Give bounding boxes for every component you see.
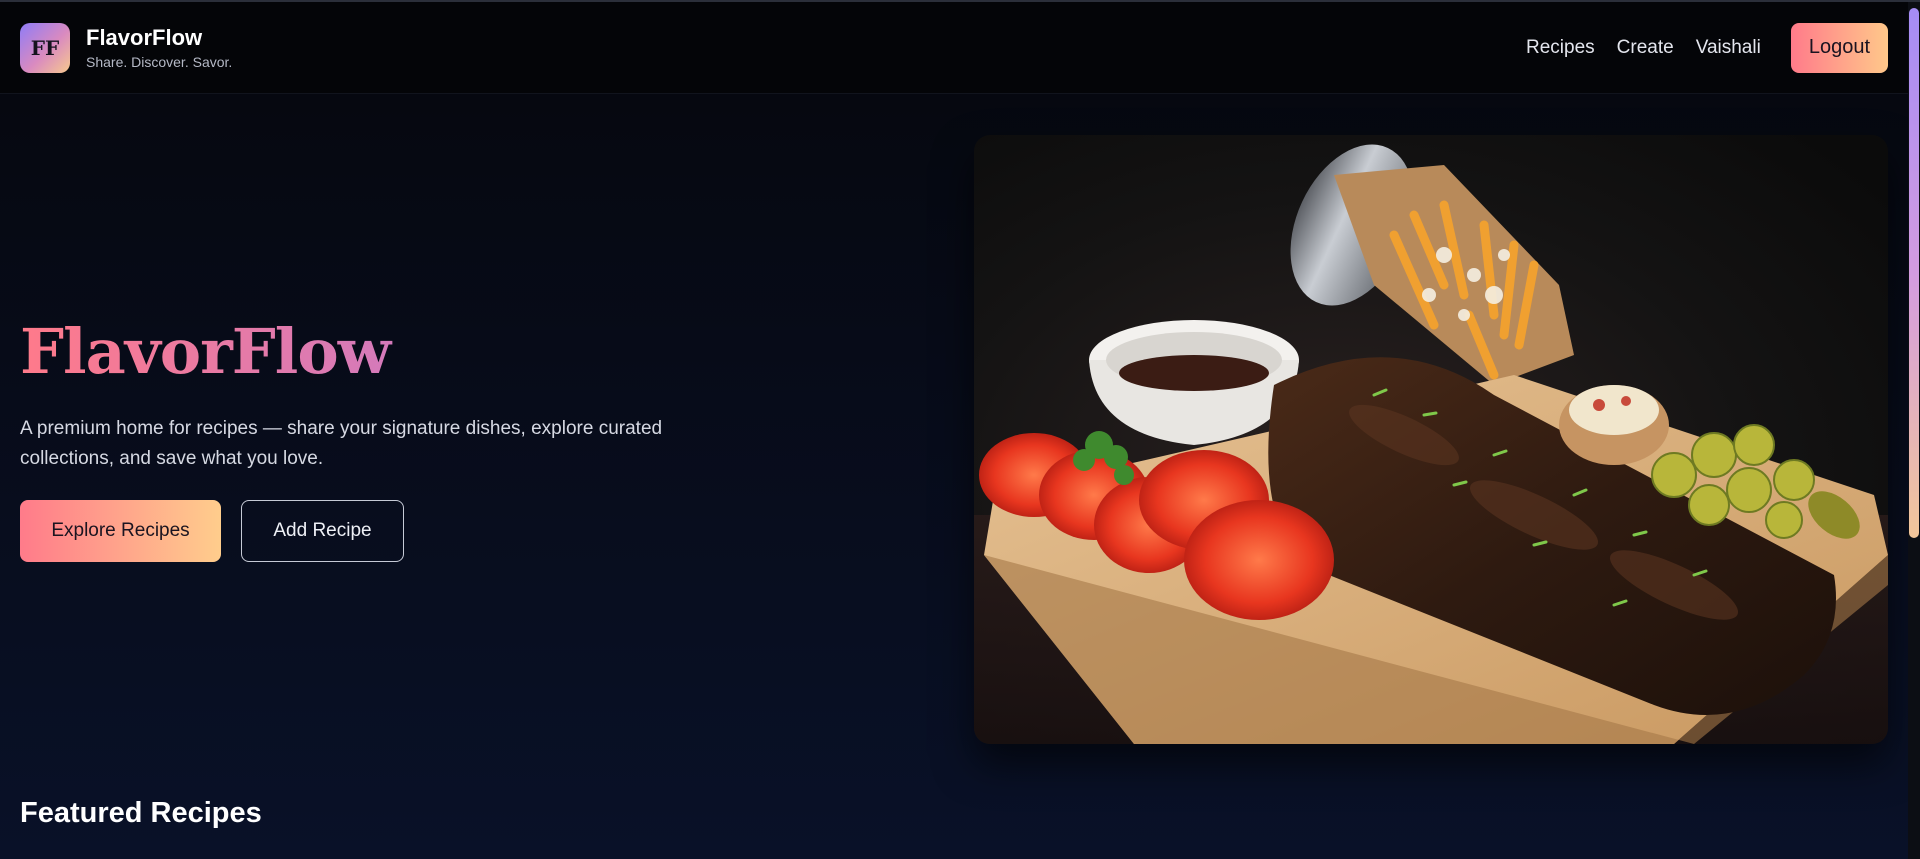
explore-recipes-button[interactable]: Explore Recipes xyxy=(20,500,221,562)
add-recipe-button[interactable]: Add Recipe xyxy=(241,500,404,562)
nav-link-recipes[interactable]: Recipes xyxy=(1526,37,1595,59)
page: FF FlavorFlow Share. Discover. Savor. Re… xyxy=(0,0,1920,859)
logout-button[interactable]: Logout xyxy=(1790,22,1888,73)
page-scrollbar[interactable] xyxy=(1908,2,1920,859)
nav-link-user-profile[interactable]: Vaishali xyxy=(1696,37,1761,59)
brand-text: FlavorFlow Share. Discover. Savor. xyxy=(86,25,232,70)
top-navbar: FF FlavorFlow Share. Discover. Savor. Re… xyxy=(0,2,1908,94)
brand-name[interactable]: FlavorFlow xyxy=(86,25,232,51)
food-photo-icon xyxy=(974,135,1888,744)
hero-title: FlavorFlow xyxy=(20,312,780,392)
hero-food-image xyxy=(974,135,1888,744)
logo-icon[interactable]: FF xyxy=(20,22,70,73)
featured-recipes-heading: Featured Recipes xyxy=(20,797,262,829)
brand-tagline: Share. Discover. Savor. xyxy=(86,54,233,70)
brand[interactable]: FF FlavorFlow Share. Discover. Savor. xyxy=(20,22,232,73)
hero-actions: Explore Recipes Add Recipe xyxy=(20,500,780,562)
hero-section: FlavorFlow A premium home for recipes — … xyxy=(20,312,780,562)
nav-link-create[interactable]: Create xyxy=(1617,37,1674,59)
scrollbar-thumb[interactable] xyxy=(1909,8,1919,538)
main-nav: Recipes Create Vaishali Logout xyxy=(1504,22,1888,73)
hero-description: A premium home for recipes — share your … xyxy=(20,418,663,469)
